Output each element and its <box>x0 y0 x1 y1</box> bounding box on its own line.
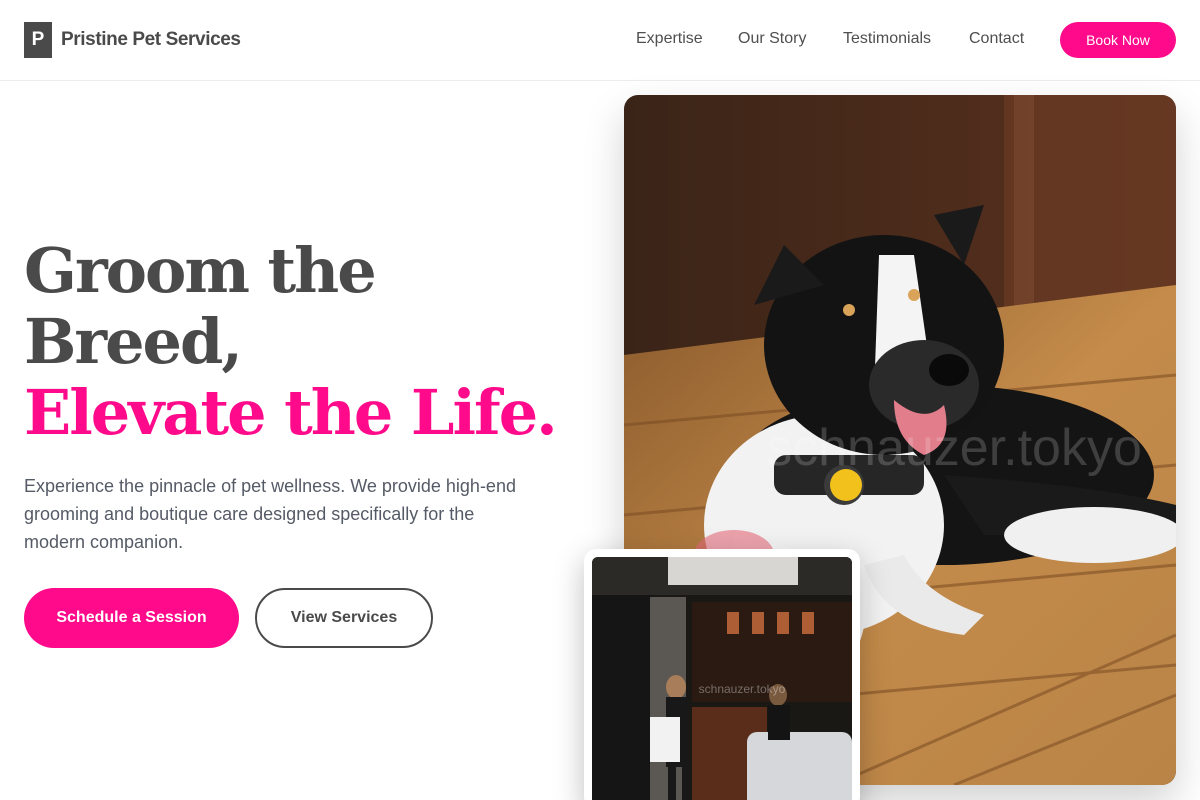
brand-name: Pristine Pet Services <box>61 29 241 50</box>
nav-link-contact[interactable]: Contact <box>969 30 1024 48</box>
logo-mark: P <box>24 22 52 58</box>
book-now-button[interactable]: Book Now <box>1060 22 1176 58</box>
nav-link-our-story[interactable]: Our Story <box>738 30 806 48</box>
secondary-photo-card: schnauzer.tokyo <box>584 549 860 800</box>
headline-line-2: Breed, <box>24 305 243 378</box>
site-header: P Pristine Pet Services Expertise Our St… <box>0 0 1200 81</box>
headline-line-1: Groom the <box>24 234 377 307</box>
main-photo-watermark: schnauzer.tokyo <box>766 419 1142 477</box>
headline-accent: Elevate the Life. <box>24 376 558 449</box>
storefront-photo-illustration: schnauzer.tokyo <box>592 557 852 800</box>
hero-lead-text: Experience the pinnacle of pet wellness.… <box>24 476 516 552</box>
storefront-photo: schnauzer.tokyo <box>592 557 852 800</box>
nav-link-expertise[interactable]: Expertise <box>636 30 703 48</box>
nav-link-testimonials[interactable]: Testimonials <box>843 30 931 48</box>
brand-logo[interactable]: P Pristine Pet Services <box>24 22 241 58</box>
view-services-button[interactable]: View Services <box>255 588 433 648</box>
small-photo-watermark: schnauzer.tokyo <box>699 682 786 696</box>
hero-headline: Groom the Breed, Elevate the Life. <box>24 235 604 448</box>
schedule-session-button[interactable]: Schedule a Session <box>24 588 239 648</box>
